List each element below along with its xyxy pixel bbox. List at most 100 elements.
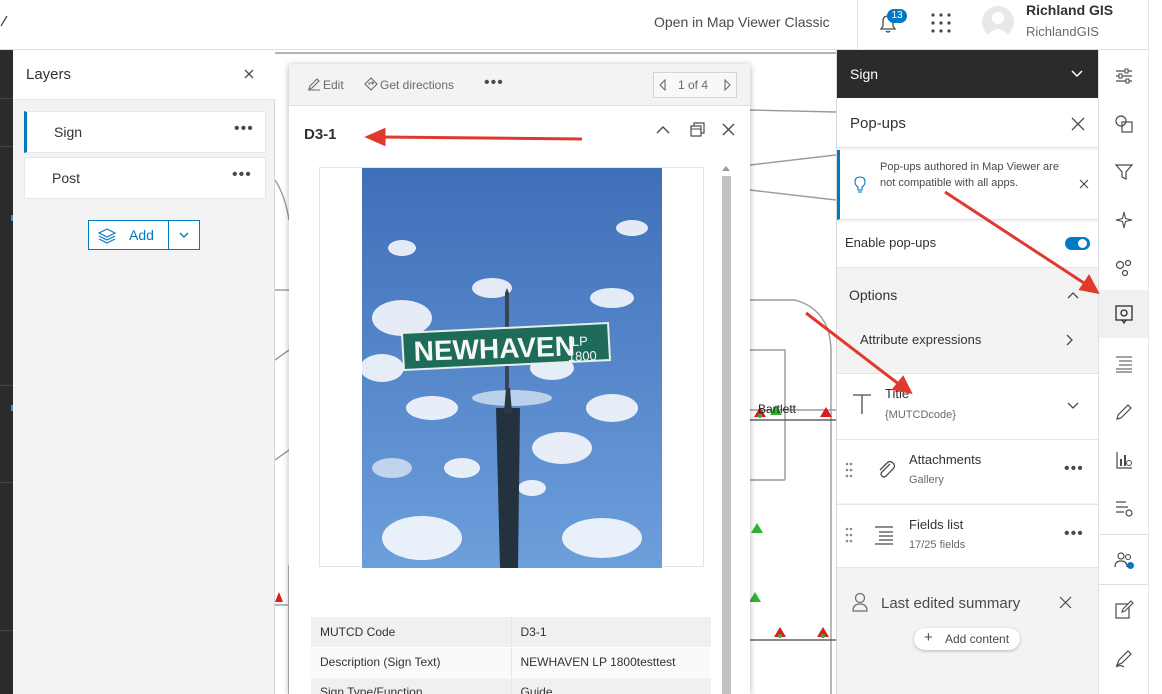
sparkle-icon — [1115, 211, 1133, 229]
edit-button[interactable]: Edit — [307, 77, 344, 92]
tool-charts[interactable] — [1099, 436, 1149, 484]
chevron-up-icon — [1067, 292, 1079, 299]
more-options-icon[interactable]: ••• — [1064, 460, 1084, 478]
street-sign-photo[interactable]: NEWHAVEN LP 1800 — [362, 168, 662, 568]
more-options-icon[interactable]: ••• — [232, 166, 252, 184]
fields-list-block[interactable]: Fields list 17/25 fields ••• — [837, 504, 1099, 568]
options-section-header[interactable]: Options — [837, 276, 1099, 316]
popup-toolbar: Edit Get directions ••• 1 of 4 — [289, 64, 750, 106]
feature-pager: 1 of 4 — [653, 72, 737, 98]
layer-selector-label: Sign — [850, 66, 879, 82]
pager-count: 1 of 4 — [678, 78, 709, 92]
scroll-thumb[interactable] — [722, 176, 731, 694]
lightbulb-icon — [854, 176, 866, 193]
layer-item-sign[interactable]: Sign ••• — [24, 111, 266, 153]
table-row: Description (Sign Text) NEWHAVEN LP 1800t… — [311, 647, 711, 678]
tool-edit[interactable] — [1099, 586, 1149, 634]
tool-people[interactable] — [1099, 536, 1149, 584]
status-dot — [1127, 562, 1134, 569]
layer-item-post[interactable]: Post ••• — [24, 157, 266, 199]
properties-panel: Sign Pop-ups Pop-ups authored in Map Vie… — [836, 50, 1099, 694]
avatar[interactable] — [982, 6, 1014, 38]
add-label: Add — [129, 227, 154, 243]
drag-handle-icon[interactable] — [845, 462, 853, 478]
user-icon — [852, 592, 868, 612]
dock-icon[interactable] — [689, 121, 706, 138]
edit-square-icon — [1115, 600, 1134, 619]
map-label-bartlett: Bartlett — [758, 402, 797, 416]
layer-selector[interactable]: Sign — [837, 50, 1099, 98]
attribute-expressions-label: Attribute expressions — [860, 332, 982, 347]
more-options-icon[interactable]: ••• — [234, 120, 254, 138]
close-icon[interactable] — [721, 122, 736, 137]
field-value: D3-1 — [511, 617, 711, 648]
chevron-up-icon[interactable] — [655, 122, 671, 138]
block-subtitle: 17/25 fields — [909, 539, 966, 551]
close-icon[interactable] — [1071, 117, 1085, 131]
chevron-down-icon[interactable] — [1067, 402, 1079, 410]
get-directions-button[interactable]: Get directions — [364, 77, 454, 92]
app-launcher-icon[interactable] — [930, 12, 952, 34]
directions-label: Get directions — [380, 78, 455, 92]
app-header: Open in Map Viewer Classic 13 Richland G… — [0, 0, 1162, 50]
enable-popups-toggle[interactable] — [1065, 237, 1090, 250]
layers-title: Layers — [26, 66, 72, 83]
sign-text-line1: NEWHAVEN — [413, 330, 575, 367]
tool-fields[interactable] — [1099, 340, 1149, 388]
add-layer-button[interactable]: Add — [89, 221, 169, 249]
sign-text-line2a: LP — [572, 333, 588, 349]
title-block[interactable]: Title {MUTCDcode} — [837, 373, 1099, 439]
table-row: MUTCD Code D3-1 — [311, 617, 711, 648]
popup-scrollbar[interactable] — [719, 164, 733, 694]
tool-filter[interactable] — [1099, 148, 1149, 196]
tool-popups[interactable] — [1099, 290, 1149, 338]
feature-popup: Edit Get directions ••• 1 of 4 D3-1 NEWH… — [289, 64, 750, 694]
left-toolbar-strip — [0, 50, 13, 694]
tool-effects[interactable] — [1099, 196, 1149, 244]
paperclip-icon — [879, 460, 896, 478]
popup-title: D3-1 — [304, 126, 337, 143]
close-icon[interactable] — [242, 67, 256, 81]
notice-text: Pop-ups authored in Map Viewer are not c… — [880, 161, 1059, 189]
tool-sketch[interactable] — [1099, 634, 1149, 682]
close-icon[interactable] — [1079, 179, 1089, 189]
table-row: Sign Type/Function Guide — [311, 677, 711, 694]
attribute-expressions-item[interactable]: Attribute expressions — [837, 320, 1099, 360]
tool-forms[interactable] — [1099, 388, 1149, 436]
tool-clustering[interactable] — [1099, 244, 1149, 292]
close-icon[interactable] — [1059, 596, 1072, 609]
styles-icon — [1115, 115, 1133, 133]
chart-icon — [1116, 452, 1132, 469]
fields-icon — [1116, 356, 1132, 373]
chevron-down-icon[interactable] — [177, 229, 191, 241]
last-edited-label: Last edited summary — [881, 595, 1021, 612]
field-key: Description (Sign Text) — [311, 647, 512, 678]
drag-handle-icon[interactable] — [845, 527, 853, 543]
tool-properties[interactable] — [1099, 52, 1149, 100]
previous-icon[interactable] — [658, 79, 668, 91]
window-edge — [1148, 0, 1162, 694]
attachments-block[interactable]: Attachments Gallery ••• — [837, 439, 1099, 503]
enable-popups-row: Enable pop-ups — [837, 222, 1099, 268]
more-options-icon[interactable]: ••• — [1064, 525, 1084, 543]
edit-label: Edit — [323, 78, 344, 92]
next-icon[interactable] — [722, 79, 732, 91]
tool-labels[interactable] — [1099, 484, 1149, 532]
user-name[interactable]: Richland GIS — [1026, 2, 1113, 18]
block-title: Fields list — [909, 517, 964, 532]
block-subtitle: {MUTCDcode} — [885, 409, 956, 421]
last-edited-summary-section: Last edited summary + Add content — [837, 572, 1099, 694]
sign-text-line2b: 1800 — [568, 348, 597, 364]
more-options-icon[interactable]: ••• — [484, 74, 504, 92]
layer-label: Post — [52, 170, 81, 186]
scroll-up-icon[interactable] — [721, 164, 731, 172]
field-value: Guide — [511, 677, 711, 694]
open-classic-link[interactable]: Open in Map Viewer Classic — [654, 14, 830, 30]
header-divider — [857, 0, 858, 50]
popups-title: Pop-ups — [850, 115, 906, 132]
layers-panel: Layers Sign ••• Post ••• Add — [13, 50, 275, 694]
add-content-button[interactable]: + Add content — [914, 628, 1020, 650]
options-label: Options — [849, 287, 898, 303]
tool-styles[interactable] — [1099, 100, 1149, 148]
edit-icon[interactable] — [0, 14, 10, 28]
